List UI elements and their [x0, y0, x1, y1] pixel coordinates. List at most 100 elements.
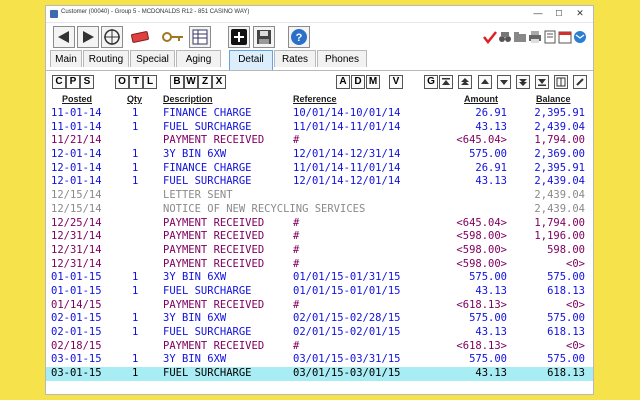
cell-qty: 1 [132, 284, 139, 297]
document-icon[interactable] [543, 30, 557, 44]
window-title: Customer (00040) - Group 5 - MCDONALDS R… [61, 9, 250, 15]
cell-reference: 01/01/15-01/01/15 [293, 284, 401, 297]
table-row[interactable]: 12/15/14 NOTICE OF NEW RECYCLING SERVICES… [46, 203, 593, 217]
table-row[interactable]: 12/15/14 LETTER SENT 2,439.04 [46, 189, 593, 203]
tab-routing[interactable]: Routing [83, 50, 129, 67]
maximize-button[interactable]: ☐ [549, 7, 569, 20]
tab-rates[interactable]: Rates [274, 50, 316, 67]
cell-qty: 1 [132, 107, 139, 119]
cell-amount: <645.04> [456, 216, 507, 229]
cell-description: 3Y BIN 6XW [163, 353, 227, 366]
table-row[interactable]: 03-01-15 1 FUEL SURCHARGE 03/01/15-03/01/15… [46, 367, 593, 381]
column-header-reference[interactable]: Reference [293, 94, 337, 106]
table-row[interactable]: 11-01-14 1 FUEL SURCHARGE 11/01/14-11/01/14… [46, 121, 593, 135]
printer-icon[interactable] [528, 30, 542, 44]
table-row[interactable]: 12/31/14 PAYMENT RECEIVED # <598.00> 1,196.0… [46, 230, 593, 244]
column-header-qty[interactable]: Qty [127, 94, 142, 106]
move-bottom-icon[interactable] [535, 75, 549, 89]
move-down-icon[interactable] [497, 75, 511, 89]
cell-posted: 12/31/14 [51, 257, 102, 270]
column-icon[interactable] [554, 75, 568, 89]
tab-phones[interactable]: Phones [317, 50, 367, 67]
detail-rows: 11-01-14 1 FINANCE CHARGE 10/01/14-10/01/14… [46, 107, 593, 381]
tab-aging[interactable]: Aging [176, 50, 221, 67]
table-icon[interactable] [189, 26, 211, 48]
cell-amount: 575.00 [469, 148, 507, 161]
check-icon[interactable] [483, 30, 497, 44]
cell-amount: 43.13 [475, 175, 507, 188]
letter-button-b[interactable]: B [170, 75, 184, 89]
letter-button-s[interactable]: S [80, 75, 94, 89]
tab-special[interactable]: Special [130, 50, 175, 67]
cell-qty: 1 [132, 175, 139, 188]
cell-balance: 598.00 [547, 243, 585, 256]
cell-balance: 2,395.91 [534, 161, 585, 174]
cell-description: FUEL SURCHARGE [163, 284, 252, 297]
key-icon[interactable] [162, 26, 184, 48]
letter-button-t[interactable]: T [129, 75, 143, 89]
column-header-description[interactable]: Description [163, 94, 213, 106]
table-row[interactable]: 11/21/14 PAYMENT RECEIVED # <645.04> 1,794.0… [46, 134, 593, 148]
table-row[interactable]: 11-01-14 1 FINANCE CHARGE 10/01/14-10/01/14… [46, 107, 593, 121]
cell-balance: <0> [566, 257, 585, 270]
table-row[interactable]: 01-01-15 1 FUEL SURCHARGE 01/01/15-01/01/15… [46, 285, 593, 299]
cell-reference: 12/01/14-12/01/14 [293, 175, 401, 188]
forward-arrow-icon[interactable] [77, 26, 99, 48]
column-header-amount[interactable]: Amount [464, 94, 498, 106]
calendar-icon[interactable] [558, 30, 572, 44]
letter-button-c[interactable]: C [52, 75, 66, 89]
eraser-icon[interactable] [129, 26, 151, 48]
folder-icon[interactable] [513, 30, 527, 44]
letter-button-a[interactable]: A [336, 75, 350, 89]
table-row[interactable]: 12-01-14 1 FUEL SURCHARGE 12/01/14-12/01/14… [46, 175, 593, 189]
cell-amount: 43.13 [475, 284, 507, 297]
save-icon[interactable] [253, 26, 275, 48]
help-icon[interactable]: ? [288, 26, 310, 48]
table-row[interactable]: 01/14/15 PAYMENT RECEIVED # <618.13> <0> [46, 299, 593, 313]
letter-button-z[interactable]: Z [198, 75, 212, 89]
letter-button-w[interactable]: W [184, 75, 198, 89]
cell-balance: 618.13 [547, 326, 585, 338]
table-row[interactable]: 02-01-15 1 FUEL SURCHARGE 02/01/15-02/01/15… [46, 326, 593, 340]
letter-button-g[interactable]: G [424, 75, 438, 89]
close-button[interactable]: ✕ [570, 7, 590, 20]
page-down-icon[interactable] [516, 75, 530, 89]
table-row[interactable]: 12/31/14 PAYMENT RECEIVED # <598.00> 598.00 [46, 244, 593, 258]
table-row[interactable]: 03-01-15 1 3Y BIN 6XW 03/01/15-03/31/15 575.… [46, 353, 593, 367]
binoculars-icon[interactable] [498, 30, 512, 44]
cell-amount: 43.13 [475, 120, 507, 133]
svg-text:?: ? [296, 32, 303, 44]
cell-amount: 575.00 [469, 353, 507, 366]
crosshair-icon[interactable] [101, 26, 123, 48]
edit-icon[interactable] [573, 75, 587, 89]
letter-button-m[interactable]: M [366, 75, 380, 89]
letter-button-x[interactable]: X [212, 75, 226, 89]
letter-button-p[interactable]: P [66, 75, 80, 89]
back-arrow-icon[interactable] [53, 26, 75, 48]
cell-balance: 618.13 [547, 367, 585, 380]
letter-button-d[interactable]: D [351, 75, 365, 89]
column-header-posted[interactable]: Posted [62, 94, 92, 106]
page-up-icon[interactable] [458, 75, 472, 89]
tab-detail[interactable]: Detail [229, 50, 273, 70]
column-header-balance[interactable]: Balance [536, 94, 571, 106]
move-up-icon[interactable] [478, 75, 492, 89]
table-row[interactable]: 12/31/14 PAYMENT RECEIVED # <598.00> <0> [46, 258, 593, 272]
table-row[interactable]: 02/18/15 PAYMENT RECEIVED # <618.13> <0> [46, 340, 593, 354]
cell-balance: <0> [566, 298, 585, 311]
cell-amount: 26.91 [475, 161, 507, 174]
add-icon[interactable] [228, 26, 250, 48]
mail-icon[interactable] [573, 30, 587, 44]
table-row[interactable]: 01-01-15 1 3Y BIN 6XW 01/01/15-01/31/15 575.… [46, 271, 593, 285]
minimize-button[interactable]: — [528, 7, 548, 20]
letter-button-v[interactable]: V [389, 75, 403, 89]
table-row[interactable]: 12-01-14 1 FINANCE CHARGE 11/01/14-11/01/14… [46, 162, 593, 176]
table-row[interactable]: 12-01-14 1 3Y BIN 6XW 12/01/14-12/31/14 575.… [46, 148, 593, 162]
letter-button-o[interactable]: O [115, 75, 129, 89]
table-row[interactable]: 12/25/14 PAYMENT RECEIVED # <645.04> 1,794.0… [46, 217, 593, 231]
table-row[interactable]: 02-01-15 1 3Y BIN 6XW 02/01/15-02/28/15 575.… [46, 312, 593, 326]
tab-main[interactable]: Main [50, 50, 82, 67]
cell-description: FINANCE CHARGE [163, 107, 252, 119]
move-top-icon[interactable] [439, 75, 453, 89]
letter-button-l[interactable]: L [143, 75, 157, 89]
